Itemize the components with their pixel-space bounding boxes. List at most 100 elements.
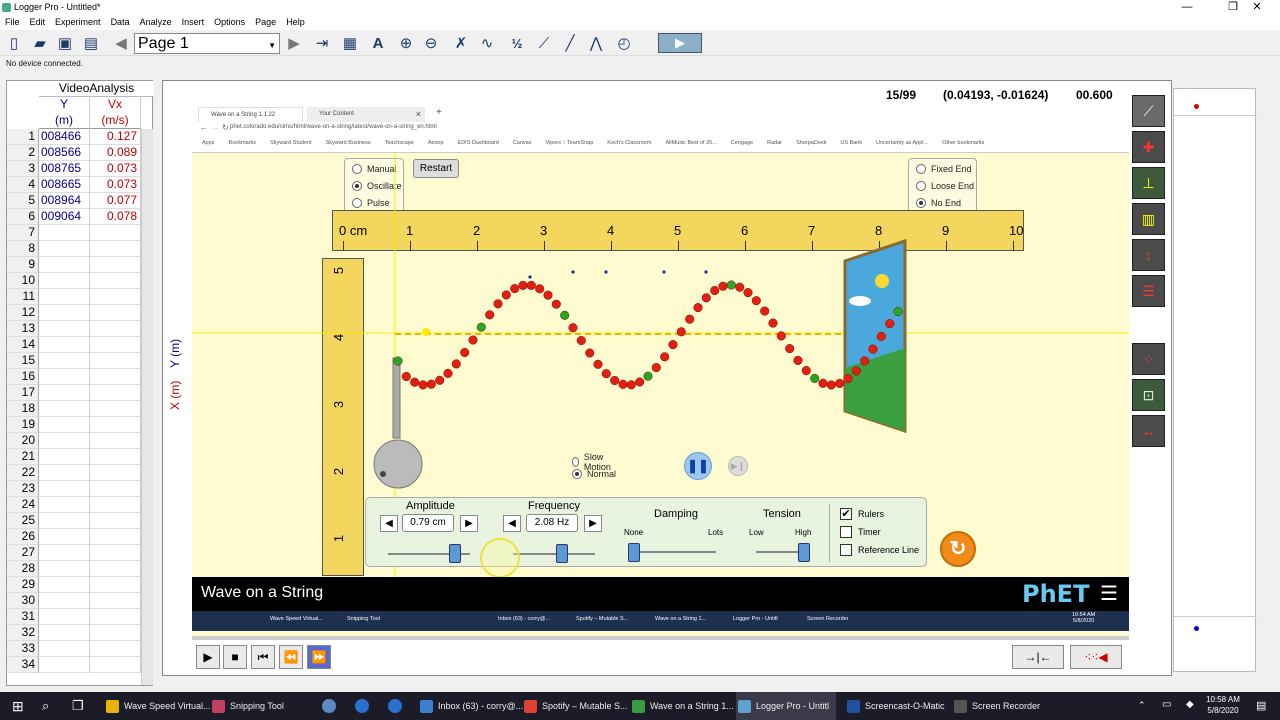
cell-vx[interactable] [90, 497, 141, 513]
phet-logo[interactable]: PhET [1022, 580, 1089, 608]
bookmark-item[interactable]: Vipers :: TeamSnap [545, 140, 593, 146]
table-row[interactable]: 18 [7, 401, 154, 417]
zoom-out-icon[interactable]: ⊖ [421, 33, 441, 53]
recorded-taskbar-item[interactable]: Wave Speed Virtual... [270, 616, 323, 622]
bookmark-item[interactable]: Koch's Classroom [607, 140, 651, 146]
checkbox-2[interactable]: Reference Line [840, 544, 919, 556]
table-row[interactable]: 5 008964 0.077 [7, 193, 154, 209]
stopwatch-icon[interactable]: ◴ [614, 33, 634, 53]
bookmark-item[interactable]: Skyward Business [326, 140, 371, 146]
cell-y[interactable] [39, 657, 90, 673]
browser-tab-wave[interactable]: Wave on a String 1.1.22 [198, 107, 303, 122]
menu-hamburger-icon[interactable]: ☰ [1100, 581, 1118, 606]
table-row[interactable]: 7 [7, 225, 154, 241]
bookmark-item[interactable]: EDIS Dashboard [458, 140, 499, 146]
address-bar[interactable]: phet.colorado.edu/sims/html/wave-on-a-st… [230, 124, 1030, 130]
frequency-decrease[interactable]: ◀ [503, 515, 521, 532]
bookmark-item[interactable]: Bookmarks [229, 140, 257, 146]
tab-close-icon[interactable]: × [416, 107, 421, 122]
table-row[interactable]: 33 [7, 641, 154, 657]
cell-y[interactable]: 008964 [39, 193, 90, 209]
cell-y[interactable] [39, 593, 90, 609]
cell-y[interactable] [39, 545, 90, 561]
select-tool-icon[interactable]: ⟋ [1132, 95, 1165, 127]
cell-y[interactable] [39, 305, 90, 321]
bookmark-item[interactable]: Cengage [731, 140, 753, 146]
table-row[interactable]: 15 [7, 353, 154, 369]
set-scale-icon[interactable]: ▥ [1132, 203, 1165, 235]
minimize-button[interactable]: — [1164, 0, 1210, 15]
pinned-app-icon[interactable] [322, 699, 336, 713]
cell-vx[interactable] [90, 225, 141, 241]
cell-vx[interactable] [90, 481, 141, 497]
cell-vx[interactable] [90, 513, 141, 529]
page-list-icon[interactable]: ⇥ [312, 33, 332, 53]
cell-y[interactable] [39, 385, 90, 401]
table-row[interactable]: 12 [7, 305, 154, 321]
bookmark-item[interactable]: Skyward Student [270, 140, 312, 146]
table-row[interactable]: 3 008765 0.073 [7, 161, 154, 177]
trail-toggle-icon[interactable]: ⁖⁖◀ [1070, 645, 1122, 669]
cell-vx[interactable] [90, 625, 141, 641]
cell-vx[interactable] [90, 593, 141, 609]
bookmark-item[interactable]: Uncertainty as Appl... [876, 140, 928, 146]
set-origin-icon[interactable]: ⊥ [1132, 167, 1165, 199]
cell-vx[interactable] [90, 369, 141, 385]
recorded-taskbar-item[interactable]: Screen Recorder [807, 616, 849, 622]
cell-vx[interactable] [90, 465, 141, 481]
calculator-icon[interactable]: ▦ [340, 33, 360, 53]
text-annotation-icon[interactable]: A [368, 33, 388, 53]
cell-vx[interactable] [90, 241, 141, 257]
linear-fit-icon[interactable]: ╱ [560, 33, 580, 53]
pinned-app-icon[interactable] [355, 699, 369, 713]
video-scrub-bar[interactable] [192, 636, 1129, 640]
step-back-icon[interactable]: ⏪ [279, 645, 303, 669]
recorded-taskbar-item[interactable]: Snipping Tool [347, 616, 380, 622]
cell-y[interactable] [39, 241, 90, 257]
notifications-icon[interactable]: ▤ [1256, 699, 1266, 712]
bookmark-item[interactable]: Radar [767, 140, 782, 146]
recorded-taskbar-item[interactable]: Spotify – Mutable S... [576, 616, 628, 622]
table-row[interactable]: 30 [7, 593, 154, 609]
cell-y[interactable]: 008566 [39, 145, 90, 161]
menu-experiment[interactable]: Experiment [50, 15, 106, 30]
cell-y[interactable]: 008765 [39, 161, 90, 177]
taskbar-item[interactable]: Spotify – Mutable S... [522, 692, 628, 720]
cell-vx[interactable] [90, 609, 141, 625]
sync-icon[interactable]: →|← [1012, 645, 1064, 669]
cell-vx[interactable] [90, 337, 141, 353]
cell-vx[interactable]: 0.078 [90, 209, 141, 225]
zoom-in-icon[interactable]: ⊕ [396, 33, 416, 53]
menu-insert[interactable]: Insert [177, 15, 210, 30]
cell-vx[interactable] [90, 401, 141, 417]
forward-icon[interactable]: → [212, 123, 220, 132]
cell-y[interactable] [39, 369, 90, 385]
cell-vx[interactable] [90, 433, 141, 449]
recorded-taskbar-item[interactable]: Wave on a String 1... [655, 616, 706, 622]
curve-fit-icon[interactable]: ⋀ [586, 33, 606, 53]
table-row[interactable]: 20 [7, 433, 154, 449]
table-row[interactable]: 2 008566 0.089 [7, 145, 154, 161]
cell-vx[interactable] [90, 545, 141, 561]
browser-tab-content[interactable]: Your Content × [307, 107, 425, 122]
cell-y[interactable] [39, 641, 90, 657]
reload-icon[interactable]: ↻ [222, 123, 229, 132]
cell-vx[interactable] [90, 449, 141, 465]
table-scrollbar[interactable] [141, 129, 153, 685]
dropbox-icon[interactable]: ◆ [1186, 699, 1194, 710]
table-row[interactable]: 13 [7, 321, 154, 337]
bookmark-item[interactable]: Teachscape [385, 140, 414, 146]
step-button[interactable]: ▶❙ [728, 456, 748, 476]
cell-y[interactable] [39, 225, 90, 241]
cell-y[interactable] [39, 273, 90, 289]
system-clock[interactable]: 10:58 AM 5/8/2020 [1198, 694, 1248, 716]
menu-file[interactable]: File [0, 15, 25, 30]
show-hidden-icons[interactable]: ⌃ [1138, 700, 1146, 711]
cell-y[interactable] [39, 417, 90, 433]
print-icon[interactable]: ▤ [81, 33, 101, 53]
add-point-icon[interactable]: ✚ [1132, 131, 1165, 163]
table-row[interactable]: 4 008665 0.073 [7, 177, 154, 193]
cell-vx[interactable] [90, 529, 141, 545]
cell-y[interactable] [39, 449, 90, 465]
task-view-icon[interactable]: ❐ [72, 698, 84, 714]
